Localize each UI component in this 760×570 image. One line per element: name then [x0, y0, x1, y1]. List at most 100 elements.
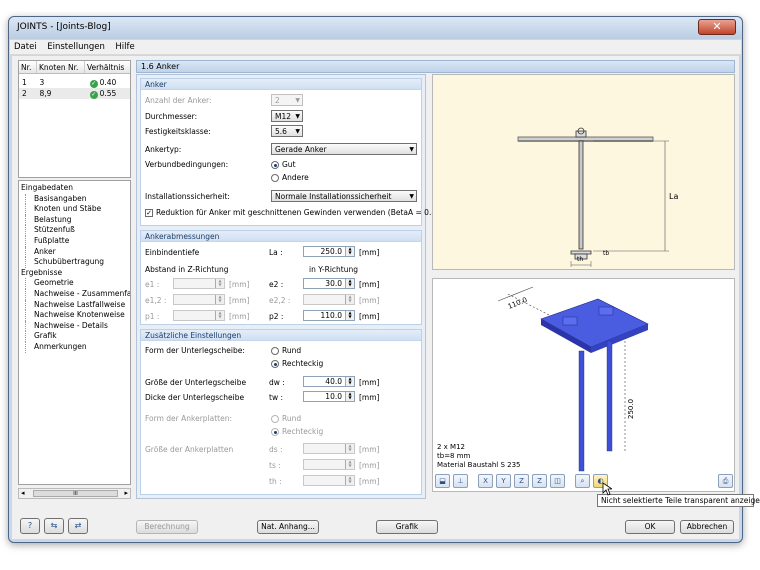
- view-x-icon[interactable]: X: [478, 474, 493, 488]
- p2-input[interactable]: 110.0 ▲ ▼: [303, 310, 355, 321]
- e2-input[interactable]: 30.0 ▲ ▼: [303, 278, 355, 289]
- spinner-icon[interactable]: ▲ ▼: [215, 279, 224, 288]
- col-verhaeltnis[interactable]: Verhältnis: [85, 61, 130, 73]
- ok-button[interactable]: OK: [625, 520, 675, 534]
- table-row[interactable]: 2 8,9 ✓ 0.55: [19, 88, 130, 99]
- export-icon[interactable]: ⇄: [68, 518, 88, 534]
- spinner-icon[interactable]: ▲ ▼: [345, 392, 354, 401]
- help-icon[interactable]: ?: [20, 518, 40, 534]
- form-rechteckig-label: Rechteckig: [282, 359, 324, 368]
- nav-item[interactable]: Geometrie: [25, 278, 130, 289]
- festigkeit-select[interactable]: 5.6 ▼: [271, 125, 303, 137]
- tw-input[interactable]: 10.0 ▲ ▼: [303, 391, 355, 402]
- la-dim-label: La: [669, 192, 678, 201]
- nav-item[interactable]: Knoten und Stäbe: [25, 204, 130, 215]
- view-front-icon[interactable]: ⊥: [453, 474, 468, 488]
- unit-label: [mm]: [359, 393, 380, 402]
- th-input[interactable]: ▲ ▼: [303, 475, 355, 486]
- close-button[interactable]: ✕: [698, 19, 736, 35]
- spinner-icon[interactable]: ▲ ▼: [345, 377, 354, 386]
- scroll-left-icon[interactable]: ◂: [21, 489, 25, 497]
- nav-item[interactable]: Nachweise - Details: [25, 320, 130, 332]
- spinner-icon[interactable]: ▲ ▼: [345, 279, 354, 288]
- scroll-right-icon[interactable]: ▸: [124, 489, 128, 497]
- menu-datei[interactable]: Datei: [10, 40, 41, 54]
- unit-label: [mm]: [359, 296, 380, 305]
- install-value: Normale Installationssicherheit: [275, 192, 392, 201]
- nav-item[interactable]: Anmerkungen: [25, 341, 130, 353]
- form-label: Form der Unterlegscheibe:: [145, 346, 245, 355]
- nat-anhang-button[interactable]: Nat. Anhang...: [257, 520, 319, 534]
- spinner-icon[interactable]: ▲ ▼: [215, 295, 224, 304]
- verbund-gut-radio[interactable]: [271, 161, 279, 169]
- e12-symbol: e1,2 :: [145, 296, 167, 305]
- cursor-icon: [602, 482, 612, 496]
- durchmesser-select[interactable]: M12 ▼: [271, 110, 303, 122]
- scroll-thumb[interactable]: III: [33, 490, 118, 497]
- import-icon[interactable]: ⇆: [44, 518, 64, 534]
- menu-einstellungen[interactable]: Einstellungen: [43, 40, 109, 54]
- nav-item[interactable]: Grafik: [25, 331, 130, 342]
- e1-input[interactable]: ▲ ▼: [173, 278, 225, 289]
- la-input[interactable]: 250.0 ▲ ▼: [303, 246, 355, 257]
- view-iso-icon[interactable]: ⬓: [435, 474, 450, 488]
- nav-item[interactable]: Fußplatte: [25, 235, 130, 247]
- nav-ergebnisse[interactable]: Ergebnisse: [19, 268, 130, 279]
- e2-value: 30.0: [325, 279, 342, 288]
- ds-symbol: ds :: [269, 445, 283, 454]
- nav-item[interactable]: Belastung: [25, 214, 130, 226]
- berechnung-button[interactable]: Berechnung: [136, 520, 198, 534]
- platten-rechteckig-radio[interactable]: [271, 428, 279, 436]
- window-title: JOINTS - [Joints-Blog]: [17, 22, 111, 32]
- spinner-icon[interactable]: ▲ ▼: [345, 460, 354, 469]
- unit-label: [mm]: [359, 378, 380, 387]
- ankertyp-select[interactable]: Gerade Anker ▼: [271, 143, 417, 155]
- nav-item[interactable]: Nachweise - Zusammenfassung: [25, 288, 130, 300]
- unit-label: [mm]: [229, 312, 250, 321]
- anker-group-title: Anker: [141, 79, 421, 90]
- anchor-3d-view: 110.0 250.0 2 x M12 tb=8 mm Material Bau…: [432, 278, 735, 492]
- anzahl-select[interactable]: 2 ▼: [271, 94, 303, 106]
- ts-input[interactable]: ▲ ▼: [303, 459, 355, 470]
- install-select[interactable]: Normale Installationssicherheit ▼: [271, 190, 417, 202]
- nav-item[interactable]: Nachweise Knotenweise: [25, 310, 130, 321]
- nav-item[interactable]: Schubübertragung: [25, 257, 130, 268]
- spinner-icon[interactable]: ▲ ▼: [345, 311, 354, 320]
- view-xz-icon[interactable]: Z: [532, 474, 547, 488]
- verbund-andere-radio[interactable]: [271, 174, 279, 182]
- print-icon[interactable]: ⎙: [718, 474, 733, 488]
- zoom-icon[interactable]: ⌕: [575, 474, 590, 488]
- nav-item-anker[interactable]: Anker: [25, 246, 130, 258]
- spinner-icon[interactable]: ▲ ▼: [345, 247, 354, 256]
- table-row[interactable]: 1 3 ✓ 0.40: [19, 77, 130, 88]
- col-knoten[interactable]: Knoten Nr.: [37, 61, 85, 73]
- platten-rund-radio[interactable]: [271, 415, 279, 423]
- nav-item[interactable]: Nachweise Lastfallweise: [25, 299, 130, 311]
- ds-input[interactable]: ▲ ▼: [303, 443, 355, 454]
- col-nr[interactable]: Nr.: [19, 61, 37, 73]
- joints-table: Nr. Knoten Nr. Verhältnis 1 3 ✓ 0.40 2 8,…: [18, 60, 131, 178]
- spinner-icon[interactable]: ▲ ▼: [345, 295, 354, 304]
- view-y-icon[interactable]: Y: [496, 474, 511, 488]
- reduktion-checkbox[interactable]: ✓: [145, 209, 153, 217]
- abbrechen-button[interactable]: Abbrechen: [680, 520, 734, 534]
- groesse-label: Größe der Unterlegscheibe: [145, 378, 247, 387]
- grafik-button[interactable]: Grafik: [376, 520, 438, 534]
- spinner-icon[interactable]: ▲ ▼: [215, 311, 224, 320]
- p1-input[interactable]: ▲ ▼: [173, 310, 225, 321]
- view-3d-icon[interactable]: ◫: [550, 474, 565, 488]
- view-z-icon[interactable]: Z: [514, 474, 529, 488]
- form-rund-radio[interactable]: [271, 347, 279, 355]
- e12-input[interactable]: ▲ ▼: [173, 294, 225, 305]
- form-rechteckig-radio[interactable]: [271, 360, 279, 368]
- nav-item[interactable]: Basisangaben: [25, 193, 130, 205]
- dw-input[interactable]: 40.0 ▲ ▼: [303, 376, 355, 387]
- spinner-icon[interactable]: ▲ ▼: [345, 444, 354, 453]
- e22-input[interactable]: ▲ ▼: [303, 294, 355, 305]
- anchor-2d-svg: La th tb: [517, 127, 678, 267]
- nav-scrollbar[interactable]: ◂ III ▸: [18, 488, 131, 499]
- nav-eingabedaten[interactable]: Eingabedaten: [19, 183, 130, 194]
- spinner-icon[interactable]: ▲ ▼: [345, 476, 354, 485]
- menu-hilfe[interactable]: Hilfe: [111, 40, 138, 54]
- nav-item[interactable]: Stützenfuß: [25, 225, 130, 236]
